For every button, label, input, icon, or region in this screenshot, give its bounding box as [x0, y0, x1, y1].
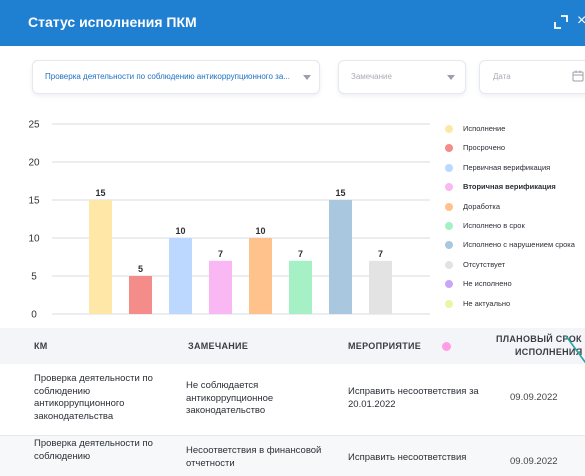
legend-dot-icon — [445, 183, 453, 192]
legend-dot-icon — [445, 125, 453, 133]
bar[interactable] — [89, 200, 112, 314]
bar[interactable] — [369, 260, 392, 314]
y-tick-label: 0 — [31, 310, 37, 321]
cell-deadline: 09.09.2022 — [510, 392, 558, 403]
expand-icon[interactable] — [552, 13, 570, 31]
y-tick-label: 10 — [28, 234, 40, 245]
legend-dot-icon — [445, 221, 453, 230]
legend-label: Исполнено с нарушением срока — [463, 240, 575, 250]
column-header-remark[interactable]: ЗАМЕЧАНИЕ — [188, 341, 248, 351]
table-row[interactable]: Проверка деятельности по соблюдению анти… — [0, 364, 585, 436]
legend-label: Первичная верификация — [463, 162, 551, 172]
bar-value-label: 7 — [218, 249, 223, 259]
legend-label: Не исполнено — [463, 279, 512, 289]
legend-dot-icon — [445, 163, 453, 172]
close-icon[interactable]: × — [577, 12, 585, 30]
bar-value-label: 15 — [335, 188, 345, 198]
program-select-value: Проверка деятельности по соблюдению анти… — [45, 72, 290, 81]
bar[interactable] — [169, 238, 192, 314]
bar-value-label: 7 — [378, 249, 383, 259]
program-select[interactable]: Проверка деятельности по соблюдению анти… — [32, 60, 320, 94]
bar[interactable] — [329, 200, 352, 314]
remark-select[interactable]: Замечание — [338, 60, 466, 94]
bar-value-label: 10 — [175, 226, 185, 236]
status-bar-chart: 0 5 10 15 20 25 15 5 10 7 10 7 15 7 — [28, 120, 430, 321]
cell-action: Исправить несоответствия — [348, 452, 467, 463]
cell-km: Проверка деятельности по соблюдению анти… — [34, 373, 153, 422]
y-tick-label: 25 — [28, 120, 40, 131]
bar[interactable] — [129, 276, 152, 314]
chevron-down-icon — [303, 75, 311, 80]
status-dot — [442, 342, 451, 351]
cell-km: Проверка деятельности по соблюдению — [34, 438, 153, 462]
legend-label: Не актуально — [463, 298, 511, 308]
date-picker[interactable]: Дата — [479, 60, 585, 94]
legend-dot-icon — [445, 202, 453, 211]
bar-value-label: 5 — [138, 264, 143, 274]
bar[interactable] — [209, 260, 232, 314]
legend-dot-icon — [445, 241, 453, 250]
legend-label: Исполнено в срок — [463, 220, 525, 230]
window-header: Статус исполнения ПКМ × — [0, 0, 585, 46]
y-tick-label: 15 — [28, 196, 40, 207]
chevron-down-icon — [447, 75, 455, 80]
y-tick-label: 20 — [28, 158, 40, 169]
legend-label: Исполнение — [463, 124, 506, 133]
window-title: Статус исполнения ПКМ — [28, 14, 197, 30]
legend-label: Доработка — [463, 201, 501, 211]
remark-select-placeholder: Замечание — [351, 72, 392, 81]
cell-deadline: 09.09.2022 — [510, 456, 558, 467]
legend-dot-icon — [445, 299, 453, 308]
y-tick-label: 5 — [31, 272, 37, 283]
table-header: КМ ЗАМЕЧАНИЕ МЕРОПРИЯТИЕ ПЛАНОВЫЙ СРОК И… — [0, 328, 585, 364]
bar[interactable] — [289, 260, 312, 314]
legend-dot-icon — [445, 280, 453, 289]
cell-remark: Не соблюдается антикоррупционное законод… — [186, 380, 274, 416]
table-row[interactable]: Проверка деятельности по соблюдению Несо… — [0, 436, 585, 476]
legend-dot-icon — [445, 260, 453, 269]
bar-value-label: 10 — [255, 226, 265, 236]
legend-label: Вторичная верификация — [463, 182, 556, 192]
cell-remark: Несоответствия в финансовой отчетности — [186, 445, 322, 469]
legend-dot-icon — [445, 144, 453, 153]
column-header-km[interactable]: КМ — [34, 341, 48, 351]
legend-label: Просрочено — [463, 143, 506, 153]
calendar-icon — [572, 70, 584, 82]
column-header-action[interactable]: МЕРОПРИЯТИЕ — [348, 341, 421, 351]
date-picker-placeholder: Дата — [493, 72, 511, 81]
cell-action: Исправить несоответствия за 20.01.2022 — [348, 386, 479, 410]
legend-label: Отсутствует — [463, 259, 506, 269]
bar-value-label: 15 — [95, 188, 105, 198]
bar[interactable] — [249, 238, 272, 314]
bar-value-label: 7 — [298, 249, 303, 259]
